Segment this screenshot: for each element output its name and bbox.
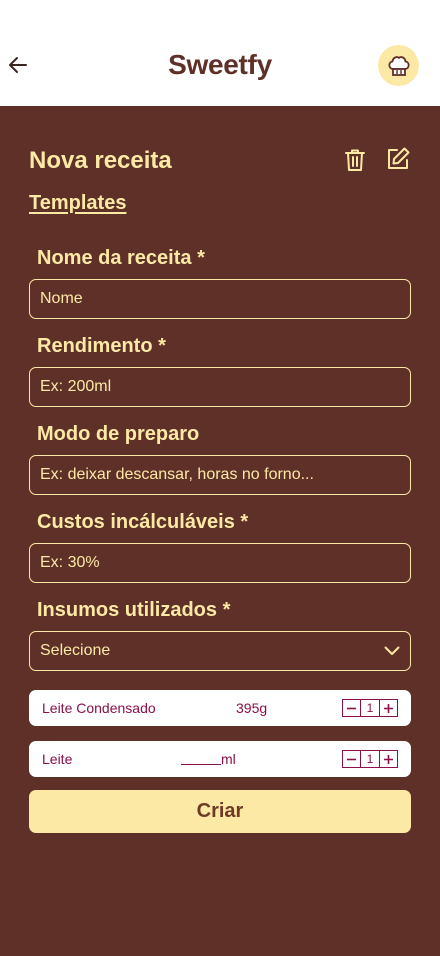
quantity-stepper: 1 — [342, 750, 398, 768]
supplies-label: Insumos utilizados * — [37, 599, 231, 621]
costs-label: Custos incálculáveis * — [37, 511, 249, 533]
ingredient-row: Leite ml 1 — [29, 741, 411, 777]
quantity-stepper: 1 — [342, 699, 398, 717]
method-input[interactable] — [29, 455, 411, 495]
costs-input[interactable] — [29, 543, 411, 583]
decrement-button[interactable] — [343, 751, 360, 767]
decrement-button[interactable] — [343, 700, 360, 716]
supplies-select-value: Selecione — [40, 642, 111, 659]
quantity-value: 1 — [360, 751, 380, 767]
plus-icon — [384, 754, 393, 764]
app-title: Sweetfy — [168, 49, 272, 80]
edit-button[interactable] — [385, 146, 411, 172]
ingredient-amount-input[interactable] — [181, 749, 221, 765]
quantity-value: 1 — [360, 700, 380, 716]
recipe-name-input[interactable] — [29, 279, 411, 319]
create-button[interactable]: Criar — [29, 790, 411, 833]
templates-link[interactable]: Templates — [29, 192, 126, 215]
minus-icon — [347, 707, 356, 709]
profile-avatar[interactable] — [378, 45, 419, 86]
increment-button[interactable] — [380, 751, 397, 767]
edit-icon — [388, 147, 410, 169]
yield-label: Rendimento * — [37, 335, 166, 357]
chef-hat-icon — [387, 55, 410, 76]
chevron-down-icon — [384, 646, 400, 655]
ingredient-quantity: 395g — [236, 700, 268, 716]
app-header: Sweetfy — [0, 0, 440, 106]
ingredient-name: Leite — [42, 751, 73, 767]
trash-icon — [345, 149, 365, 171]
method-label: Modo de preparo — [37, 423, 200, 445]
ingredient-row: Leite Condensado 395g 1 — [29, 690, 411, 726]
recipe-name-label: Nome da receita * — [37, 247, 205, 269]
increment-button[interactable] — [380, 700, 397, 716]
plus-icon — [384, 703, 393, 713]
supplies-select[interactable]: Selecione — [29, 631, 411, 671]
yield-input[interactable] — [29, 367, 411, 407]
page-title: Nova receita — [29, 147, 172, 174]
recipe-form-panel: Nova receita Templates Nome da receita *… — [0, 106, 440, 956]
ingredient-name: Leite Condensado — [42, 700, 156, 716]
ingredient-unit: ml — [221, 751, 236, 767]
delete-button[interactable] — [342, 147, 368, 173]
minus-icon — [347, 758, 356, 760]
